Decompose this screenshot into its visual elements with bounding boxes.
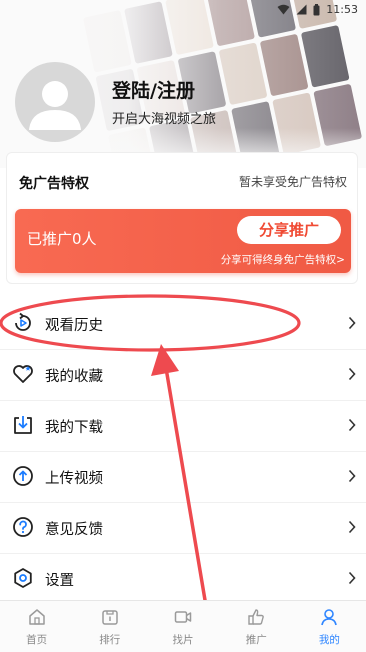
chevron-right-icon: [348, 571, 356, 585]
ad-free-title: 免广告特权: [19, 176, 89, 192]
chevron-right-icon: [348, 418, 356, 432]
menu-item-watch-history[interactable]: 观看历史: [0, 299, 366, 349]
promote-icon: [248, 609, 265, 625]
nav-label: 首页: [26, 634, 48, 646]
menu-label: 设置: [45, 573, 74, 589]
bottom-navigation: 首页 排行 找片 推广 我的: [0, 600, 366, 652]
nav-label: 推广: [245, 634, 267, 646]
question-icon: [13, 517, 33, 537]
settings-icon: [14, 568, 32, 588]
share-promotion-note[interactable]: 分享可得终身免广告特权>: [221, 252, 345, 267]
user-placeholder-icon: [29, 81, 81, 130]
history-icon: [15, 312, 31, 331]
menu-label: 意见反馈: [45, 522, 103, 538]
nav-label: 找片: [172, 634, 194, 646]
nav-label: 我的: [318, 634, 340, 646]
nav-promote[interactable]: 推广: [220, 601, 293, 652]
profile-icon: [321, 609, 338, 626]
download-icon: [14, 416, 32, 434]
menu-label: 我的收藏: [45, 369, 103, 385]
status-bar: 11:53: [0, 0, 366, 20]
nav-ranking[interactable]: 排行: [73, 601, 146, 652]
menu-label: 观看历史: [45, 318, 103, 334]
ad-free-status: 暂未享受免广告特权: [238, 175, 347, 189]
menu-item-settings[interactable]: 设置: [0, 554, 366, 604]
chevron-right-icon: [348, 367, 356, 381]
home-icon: [28, 609, 45, 625]
chevron-right-icon: [348, 469, 356, 483]
menu-item-upload-video[interactable]: 上传视频: [0, 452, 366, 502]
nav-profile[interactable]: 我的: [293, 601, 366, 652]
promotion-count: 已推广0人: [27, 230, 97, 248]
nav-find-video[interactable]: 找片: [146, 601, 219, 652]
chevron-right-icon: [348, 316, 356, 330]
chevron-right-icon: [348, 520, 356, 534]
nav-label: 排行: [99, 634, 121, 646]
signal-icon: [296, 4, 307, 15]
login-register-link[interactable]: 登陆/注册: [112, 76, 195, 103]
menu-item-feedback[interactable]: 意见反馈: [0, 503, 366, 553]
ad-free-card: 免广告特权 暂未享受免广告特权 已推广0人 分享推广 分享可得终身免广告特权>: [6, 152, 358, 284]
wifi-icon: [277, 4, 290, 15]
menu-item-favorites[interactable]: 我的收藏: [0, 350, 366, 400]
menu-label: 我的下载: [45, 420, 103, 436]
profile-subtitle: 开启大海视频之旅: [112, 112, 217, 127]
avatar[interactable]: [15, 62, 95, 142]
battery-icon: [313, 3, 320, 15]
share-promotion-button[interactable]: 分享推广: [237, 216, 341, 244]
clock: 11:53: [326, 3, 358, 16]
menu-item-downloads[interactable]: 我的下载: [0, 401, 366, 451]
heart-icon: [13, 365, 33, 383]
nav-home[interactable]: 首页: [0, 601, 73, 652]
ranking-icon: [102, 610, 118, 625]
promotion-panel: 已推广0人 分享推广 分享可得终身免广告特权>: [15, 209, 351, 273]
video-search-icon: [174, 611, 192, 623]
menu-label: 上传视频: [45, 471, 103, 487]
upload-icon: [13, 466, 33, 486]
